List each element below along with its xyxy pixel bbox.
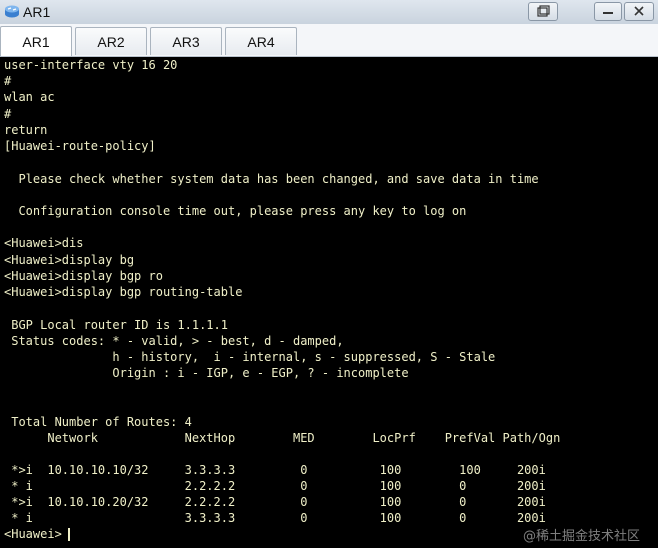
tab-ar1[interactable]: AR1 (0, 26, 72, 56)
terminal-line: Please check whether system data has bee… (4, 172, 539, 186)
prompt-line: <Huawei> (4, 527, 62, 541)
terminal-line: Network NextHop MED LocPrf PrefVal Path/… (4, 431, 561, 445)
terminal-line: # (4, 107, 12, 121)
text-cursor (68, 528, 70, 541)
title-bar[interactable]: AR1 (0, 0, 658, 25)
minimize-icon (603, 12, 613, 14)
watermark: @稀土掘金技术社区 (522, 529, 640, 544)
terminal-line: <Huawei>display bg (4, 253, 135, 267)
terminal-line: <Huawei>display bgp routing-table (4, 285, 243, 299)
terminal-line: user-interface vty 16 20 (4, 58, 178, 72)
window-title: AR1 (23, 4, 51, 20)
terminal-window: AR1 AR1 AR2 AR3 AR4 user-interface vty 1… (0, 0, 658, 548)
tab-label: AR4 (247, 33, 275, 50)
tab-label: AR1 (22, 33, 50, 50)
restore-icon (537, 5, 550, 17)
terminal-line: [Huawei-route-policy] (4, 139, 156, 153)
terminal-line: Total Number of Routes: 4 (4, 415, 192, 429)
router-app-icon (5, 5, 19, 18)
tab-ar3[interactable]: AR3 (150, 27, 222, 55)
terminal-line: return (4, 123, 48, 137)
terminal-line: BGP Local router ID is 1.1.1.1 (4, 318, 228, 332)
terminal-line: *>i 10.10.10.10/32 3.3.3.3 0 100 100 200… (4, 463, 546, 477)
restore-button[interactable] (528, 2, 558, 21)
terminal-line: * i 3.3.3.3 0 100 0 200i (4, 511, 546, 525)
tab-label: AR2 (97, 33, 125, 50)
tab-label: AR3 (172, 33, 200, 50)
tab-ar4[interactable]: AR4 (225, 27, 297, 55)
terminal-line: # (4, 74, 12, 88)
terminal-line: <Huawei>display bgp ro (4, 269, 163, 283)
close-button[interactable] (624, 2, 654, 21)
terminal-line: *>i 10.10.10.20/32 2.2.2.2 0 100 0 200i (4, 495, 546, 509)
close-icon (634, 6, 644, 16)
terminal-line: <Huawei>dis (4, 236, 84, 250)
terminal-line: Configuration console time out, please p… (4, 204, 467, 218)
minimize-button[interactable] (594, 2, 622, 21)
terminal-output[interactable]: user-interface vty 16 20 # wlan ac # ret… (0, 57, 658, 548)
session-tab-bar: AR1 AR2 AR3 AR4 (0, 24, 658, 57)
terminal-line: Origin : i - IGP, e - EGP, ? - incomplet… (4, 366, 409, 380)
terminal-line: h - history, i - internal, s - suppresse… (4, 350, 496, 364)
terminal-line: wlan ac (4, 90, 55, 104)
terminal-line: Status codes: * - valid, > - best, d - d… (4, 334, 344, 348)
terminal-line: * i 2.2.2.2 0 100 0 200i (4, 479, 546, 493)
tab-ar2[interactable]: AR2 (75, 27, 147, 55)
